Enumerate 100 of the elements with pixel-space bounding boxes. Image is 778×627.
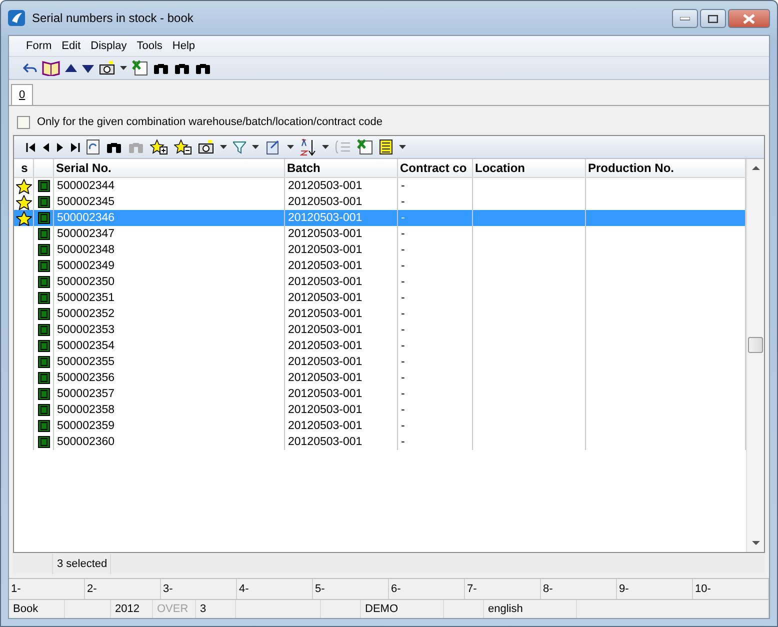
scroll-up-icon[interactable] [752,165,760,170]
column-header[interactable]: Batch [285,159,398,177]
menu-item[interactable]: Help [167,40,200,52]
table-row[interactable]: 500002345 20120503-001 - [14,194,746,210]
checkbox[interactable] [17,116,30,128]
camera-icon [198,140,214,154]
status-square-icon [38,196,50,208]
next-record-icon [56,142,64,152]
checkbox-label: Only for the given combination warehouse/batch/location/contract code [37,116,382,128]
binoculars-icon [128,140,144,154]
table-row[interactable]: 500002344 20120503-001 - [14,178,746,194]
column-header[interactable]: Location [473,159,586,177]
status-field: DEMO [361,600,444,618]
close-icon [743,14,755,24]
undo-icon [23,63,37,73]
status-square-icon [38,324,50,336]
toolbar-button[interactable] [86,138,100,156]
toolbar-button[interactable] [300,138,316,156]
toolbar-button[interactable] [198,138,214,156]
status-field: 3 [196,600,236,618]
status-square-icon [38,356,50,368]
function-key-button[interactable]: 1- [9,579,85,599]
function-key-button[interactable]: 9- [617,579,693,599]
minimize-button[interactable] [672,9,698,28]
window-title: Serial numbers in stock - book [32,11,194,25]
function-key-button[interactable]: 4- [237,579,313,599]
status-square-icon [38,404,50,416]
column-header[interactable]: s [14,159,34,177]
function-key-button[interactable]: 6- [389,579,465,599]
function-key-button[interactable]: 5- [313,579,389,599]
scrollbar[interactable] [746,159,764,552]
camera-icon [99,61,115,75]
scroll-thumb[interactable] [748,337,763,353]
binoculars-icon [153,61,169,75]
close-button[interactable] [728,9,770,28]
scroll-down-icon[interactable] [752,541,760,546]
function-key-button[interactable]: 2- [85,579,161,599]
menu-item[interactable]: Edit [56,40,86,52]
columns-icon [379,139,393,155]
table-cell: 500002360 [54,434,285,450]
menu-item[interactable]: Display [86,40,132,52]
toolbar-button[interactable] [99,59,115,77]
toolbar-button[interactable] [132,59,148,77]
status-square-icon [38,388,50,400]
toolbar-button[interactable] [174,138,192,156]
arrow-down-icon [82,64,94,72]
column-header[interactable]: Contract co [398,159,473,177]
status-square-icon [38,292,50,304]
arrow-up-icon [65,64,77,72]
book-icon [42,60,60,76]
function-key-button[interactable]: 8- [541,579,617,599]
status-square-icon [38,308,50,320]
filter-icon [233,140,246,154]
caret-icon [287,145,294,149]
menu-item[interactable]: Form [21,40,57,52]
status-square-icon [38,228,50,240]
caret-icon [220,145,227,149]
status-square-icon [38,340,50,352]
sort-icon [300,138,316,156]
function-key-button[interactable]: 3- [161,579,237,599]
binoculars-icon [174,61,190,75]
app-logo-icon [8,9,26,27]
status-square-icon [38,260,50,272]
refresh-document-icon [86,139,100,155]
status-field: OVER [153,600,196,618]
table-cell: - [398,434,473,450]
caret-icon [322,145,329,149]
caret-icon [399,145,406,149]
minimize-icon [680,16,690,20]
spreadsheet-icon [132,60,148,76]
function-key-button[interactable]: 7- [465,579,541,599]
function-key-button[interactable]: 10- [693,579,769,599]
maximize-icon [708,14,718,22]
caret-icon [252,145,259,149]
status-field: english [484,600,577,618]
status-square-icon [38,180,50,192]
status-square-icon [38,420,50,432]
star-remove-icon [174,139,192,155]
column-header[interactable]: Serial No. [54,159,285,177]
status-square-icon [38,212,50,224]
toolbar-button[interactable] [265,138,281,156]
star-add-icon [150,139,168,155]
status-field: Book [9,600,65,618]
status-square-icon [38,372,50,384]
menu-item[interactable]: Tools [132,40,168,52]
tab[interactable]: 0 [11,84,34,105]
status-square-icon [38,244,50,256]
previous-record-icon [42,142,50,152]
status-field: 2012 [111,600,153,618]
spreadsheet-icon [357,139,373,155]
toolbar-button[interactable] [357,138,373,156]
status-square-icon [38,276,50,288]
maximize-button[interactable] [700,9,726,28]
toolbar-button[interactable] [379,138,393,156]
toolbar-button[interactable] [150,138,168,156]
selection-count: 3 selected [53,554,111,574]
table-cell: 20120503-001 [285,434,398,450]
toolbar-button[interactable] [42,59,60,77]
last-record-icon [70,142,80,152]
caret-icon [120,66,127,70]
